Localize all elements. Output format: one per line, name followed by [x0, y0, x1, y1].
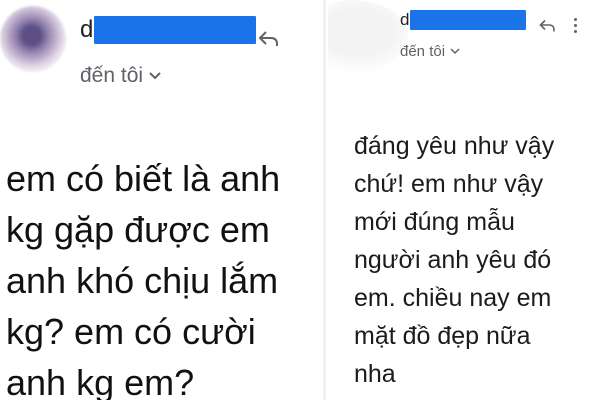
avatar[interactable] — [0, 6, 66, 72]
redacted-sender-name — [410, 10, 527, 30]
message-line: anh khó chịu lắm — [6, 260, 279, 301]
message-line: mặt đồ đẹp nữa — [354, 322, 531, 350]
message-line: nha — [354, 360, 396, 388]
message-line: em có biết là anh — [6, 158, 281, 199]
message-line: mới đúng mẫu — [354, 208, 515, 236]
recipient-line[interactable]: đến tôi — [400, 43, 460, 60]
message-line: em. chiều nay em — [354, 284, 552, 312]
reply-icon[interactable] — [539, 19, 556, 33]
message-line: anh kg em? — [6, 362, 195, 400]
recipient-label: đến tôi — [80, 64, 144, 87]
recipient-line[interactable]: đến tôi — [80, 64, 161, 88]
avatar[interactable] — [328, 0, 408, 72]
message-line: kg? em có cười — [6, 311, 256, 352]
redacted-sender-name — [94, 16, 257, 44]
message-line: chứ! em như vậy — [354, 170, 544, 198]
recipient-label: đến tôi — [400, 43, 446, 60]
message-line: kg gặp được em — [6, 209, 270, 250]
chevron-down-icon[interactable] — [149, 72, 161, 80]
sender-name: d — [400, 10, 410, 29]
sender-row[interactable]: d — [80, 16, 257, 44]
message-line: đáng yêu như vậy — [354, 132, 555, 160]
right-email-panel: d đến tôi đáng yêu như vậy chứ! em như v… — [328, 0, 600, 400]
message-body: đáng yêu như vậy chứ! em như vậy mới đún… — [354, 127, 554, 393]
sender-name: d — [80, 16, 94, 43]
message-line: người anh yêu đó — [354, 246, 552, 274]
left-email-panel: d đến tôi em có biết là anh kg gặp được … — [0, 0, 322, 400]
chevron-down-icon[interactable] — [450, 48, 460, 55]
reply-icon[interactable] — [258, 30, 280, 48]
message-body: em có biết là anh kg gặp được em anh khó… — [6, 153, 280, 400]
divider — [323, 0, 326, 400]
sender-row[interactable]: d — [400, 10, 527, 30]
more-vert-icon[interactable] — [574, 18, 577, 33]
